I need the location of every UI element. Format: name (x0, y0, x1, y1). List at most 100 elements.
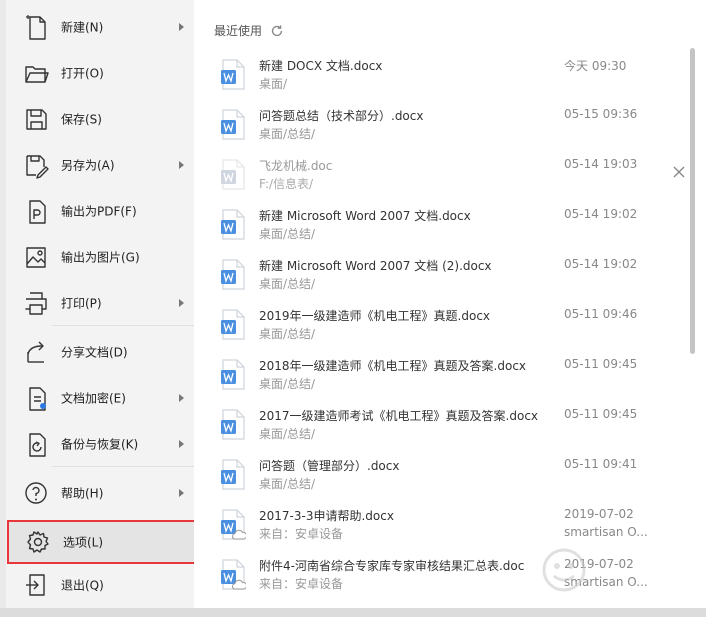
file-name: 新建 Microsoft Word 2007 文档 (2).docx (259, 259, 492, 273)
menu-item-new-file[interactable]: 新建(N) (6, 4, 194, 50)
menu-item-label: 备份与恢复(K) (61, 437, 139, 452)
file-path: 桌面/总结/ (259, 127, 316, 141)
help-icon (22, 479, 50, 507)
menu-item-export-pdf[interactable]: 输出为PDF(F) (6, 188, 194, 234)
file-path: 桌面/总结/ (259, 277, 316, 291)
file-name: 问答题总结（技术部分）.docx (259, 109, 424, 123)
export-pdf-icon (22, 197, 50, 225)
file-time: 05-15 09:36 (564, 107, 638, 121)
file-time: 05-11 09:45 (564, 357, 638, 371)
word-doc-icon (220, 59, 246, 91)
recent-file-row[interactable]: 飞龙机械.doc F:/信息表/05-14 19:03 (194, 152, 684, 202)
printer-icon (22, 289, 50, 317)
recent-title: 最近使用 (214, 24, 263, 38)
menu-item-label: 分享文档(D) (61, 345, 128, 360)
menu-item-label: 打印(P) (61, 296, 102, 311)
file-name: 附件4-河南省综合专家库专家审核结果汇总表.doc (259, 559, 525, 573)
submenu-arrow-icon (179, 440, 184, 448)
encrypt-icon (22, 384, 50, 412)
share-icon (22, 338, 50, 366)
file-time: 05-11 09:46 (564, 307, 638, 321)
file-path: 桌面/总结/ (259, 327, 316, 341)
word-doc-icon (220, 209, 246, 241)
submenu-arrow-icon (179, 394, 184, 402)
file-name: 2018年一级建造师《机电工程》真题及答案.docx (259, 359, 527, 373)
file-path: 来自：安卓设备 (259, 577, 344, 591)
file-time: 2019-07-02 (564, 507, 634, 521)
menu-item-label: 打开(O) (61, 66, 104, 81)
recent-file-row[interactable]: 2017一级建造师考试《机电工程》真题及答案.docx 桌面/总结/05-11 0… (194, 402, 684, 452)
word-doc-icon (220, 409, 246, 441)
file-path: 来自：安卓设备 (259, 527, 344, 541)
right-edge (700, 0, 706, 617)
file-name: 问答题（管理部分）.docx (259, 459, 400, 473)
menu-item-label: 选项(L) (63, 535, 104, 550)
menu-item-label: 新建(N) (61, 20, 104, 35)
menu-item-label: 帮助(H) (61, 486, 104, 501)
file-name: 2017-3-3申请帮助.docx (259, 509, 394, 523)
menu-item-label: 另存为(A) (61, 158, 115, 173)
submenu-arrow-icon (179, 489, 184, 497)
recent-file-row[interactable]: 新建 Microsoft Word 2007 文档 (2).docx 桌面/总结/… (194, 252, 684, 302)
new-file-icon (22, 13, 50, 41)
file-path: 桌面/总结/ (259, 477, 316, 491)
file-path: 桌面/总结/ (259, 427, 316, 441)
file-menu-panel: 新建(N) 打开(O) 保存(S) 另存为(A) 输出为PDF(F) 输出为图片(G) 打印… (6, 0, 199, 608)
watermark-logo (542, 548, 586, 592)
menu-item-export-image[interactable]: 输出为图片(G) (6, 234, 194, 280)
refresh-icon[interactable] (270, 24, 284, 38)
recent-file-row[interactable]: 2019年一级建造师《机电工程》真题.docx 桌面/总结/05-11 09:46 (194, 302, 684, 352)
open-folder-icon (22, 59, 50, 87)
file-time: 05-11 09:45 (564, 407, 638, 421)
word-doc-icon (220, 259, 246, 291)
wps-file-menu-window: 新建(N) 打开(O) 保存(S) 另存为(A) 输出为PDF(F) 输出为图片(G) 打印… (0, 0, 706, 617)
menu-item-help[interactable]: 帮助(H) (6, 470, 194, 516)
exit-icon (22, 571, 50, 599)
menu-item-share[interactable]: 分享文档(D) (6, 329, 194, 375)
save-icon (22, 105, 50, 133)
word-doc-icon (220, 159, 246, 191)
bottom-strip (0, 608, 706, 617)
word-doc-icon (220, 459, 246, 491)
submenu-arrow-icon (179, 23, 184, 31)
file-time: 05-14 19:03 (564, 157, 638, 171)
menu-divider (52, 325, 194, 326)
file-path: 桌面/ (259, 77, 288, 91)
gear-icon (24, 528, 52, 556)
recent-file-row[interactable]: 新建 DOCX 文档.docx 桌面/今天 09:30 (194, 52, 684, 102)
menu-item-backup[interactable]: 备份与恢复(K) (6, 421, 194, 467)
word-doc-icon (220, 509, 248, 541)
file-name: 2019年一级建造师《机电工程》真题.docx (259, 309, 491, 323)
file-path: 桌面/总结/ (259, 377, 316, 391)
export-image-icon (22, 243, 50, 271)
recent-file-row[interactable]: 问答题（管理部分）.docx 桌面/总结/05-11 09:41 (194, 452, 684, 502)
recent-files-pane: 最近使用 新建 DOCX 文档.docx 桌面/今天 09:30 问答题总结（技术… (194, 0, 700, 608)
file-time: 05-14 19:02 (564, 257, 638, 271)
menu-item-label: 输出为图片(G) (61, 250, 140, 265)
backup-icon (22, 430, 50, 458)
menu-item-open-folder[interactable]: 打开(O) (6, 50, 194, 96)
word-doc-icon (220, 309, 246, 341)
submenu-arrow-icon (179, 161, 184, 169)
recent-file-row[interactable]: 新建 Microsoft Word 2007 文档.docx 桌面/总结/05-1… (194, 202, 684, 252)
file-path: 桌面/总结/ (259, 227, 316, 241)
menu-item-label: 文档加密(E) (61, 391, 126, 406)
recent-file-row[interactable]: 问答题总结（技术部分）.docx 桌面/总结/05-15 09:36 (194, 102, 684, 152)
menu-item-save-as[interactable]: 另存为(A) (6, 142, 194, 188)
file-name: 新建 DOCX 文档.docx (259, 59, 383, 73)
menu-item-label: 保存(S) (61, 112, 102, 127)
recent-file-row[interactable]: 2018年一级建造师《机电工程》真题及答案.docx 桌面/总结/05-11 09… (194, 352, 684, 402)
file-name: 新建 Microsoft Word 2007 文档.docx (259, 209, 471, 223)
menu-item-printer[interactable]: 打印(P) (6, 280, 194, 326)
file-name: 飞龙机械.doc (259, 159, 333, 173)
close-icon[interactable] (670, 163, 688, 181)
scrollbar[interactable] (690, 48, 695, 354)
menu-item-gear[interactable]: 选项(L) (7, 520, 199, 564)
file-name: 2017一级建造师考试《机电工程》真题及答案.docx (259, 409, 539, 423)
menu-item-encrypt[interactable]: 文档加密(E) (6, 375, 194, 421)
word-doc-icon (220, 109, 246, 141)
file-time: 05-14 19:02 (564, 207, 638, 221)
recent-header: 最近使用 (214, 22, 284, 39)
menu-item-save[interactable]: 保存(S) (6, 96, 194, 142)
menu-item-exit[interactable]: 退出(Q) (6, 562, 194, 608)
